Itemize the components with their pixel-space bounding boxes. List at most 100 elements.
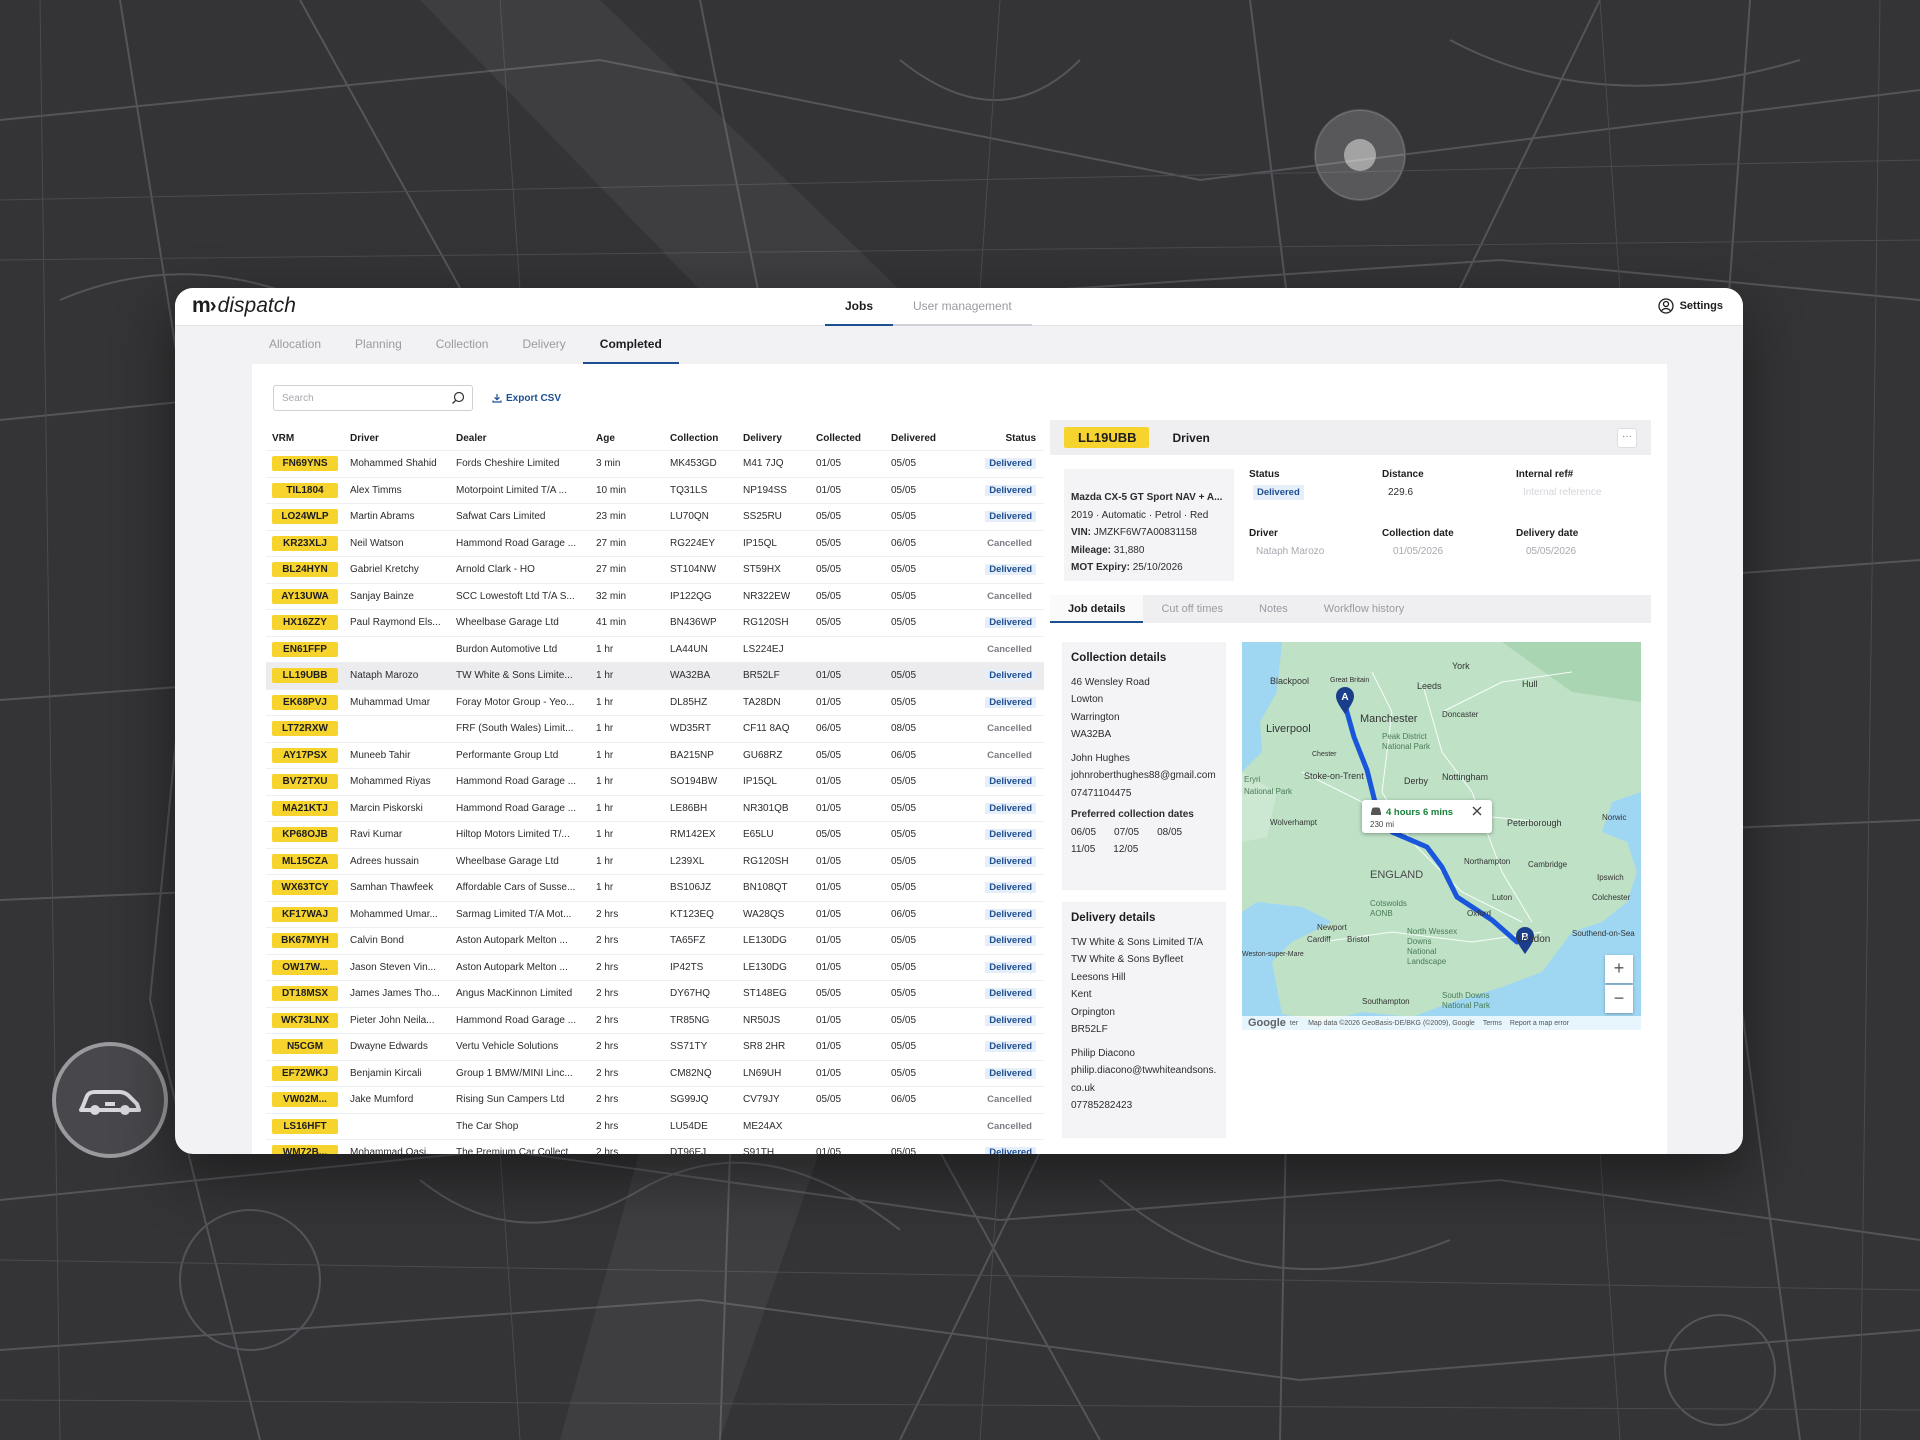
table-row[interactable]: KP68OJB Ravi Kumar Hiltop Motors Limited T… [266, 821, 1044, 848]
cell-vrm: KR23XLJ [266, 535, 344, 551]
col-collection[interactable]: Collection [664, 433, 737, 444]
cell-collection-postcode: TQ31LS [670, 484, 708, 496]
cell-age: 2 hrs [596, 1094, 619, 1106]
cell-dealer: Hammond Road Garage ... [456, 537, 577, 549]
tab-notes[interactable]: Notes [1241, 595, 1306, 623]
col-driver[interactable]: Driver [344, 433, 450, 444]
keyboard-shortcuts-label[interactable]: ter [1290, 1020, 1298, 1027]
vehicle-mot: MOT Expiry: 25/10/2026 [1071, 562, 1183, 573]
table-row[interactable]: WK73LNX Pieter John Neila... Hammond Road … [266, 1006, 1044, 1034]
col-dealer[interactable]: Dealer [450, 433, 590, 444]
cell-driver: Adrees hussain [350, 855, 419, 867]
map-label: York [1452, 661, 1470, 671]
map-label: Bristol [1347, 935, 1369, 944]
internal-ref-input[interactable]: Internal reference [1516, 487, 1601, 498]
zoom-in-button[interactable]: + [1605, 955, 1633, 983]
col-collected[interactable]: Collected [810, 433, 885, 444]
table-row[interactable]: BV72TXU Mohammed Riyas Hammond Road Garage… [266, 768, 1044, 795]
table-row[interactable]: KF17WAJ Mohammed Umar... Sarmag Limited T/… [266, 900, 1044, 928]
cell-driver: Dwayne Edwards [350, 1041, 428, 1053]
table-row[interactable]: HX16ZZY Paul Raymond Els... Wheelbase Gara… [266, 609, 1044, 636]
cell-dealer: The Premium Car Collect... [456, 1147, 577, 1154]
table-row[interactable]: EF72WKJ Benjamin Kircali Group 1 BMW/MINI … [266, 1059, 1044, 1087]
zoom-out-button[interactable]: − [1605, 985, 1633, 1013]
table-row[interactable]: N5CGM Dwayne Edwards Vertu Vehicle Solutio… [266, 1033, 1044, 1060]
subtab-collection[interactable]: Collection [419, 326, 506, 364]
table-row[interactable]: EK68PVJ Muhammad Umar Foray Motor Group - … [266, 688, 1044, 716]
report-map-error-link[interactable]: Report a map error [1510, 1020, 1569, 1027]
cell-status: Cancelled [960, 723, 1044, 734]
table-row[interactable]: EN61FFP Burdon Automotive Ltd 1 hr LA44UN LS… [266, 635, 1044, 663]
tab-jobs[interactable]: Jobs [825, 288, 894, 326]
table-row[interactable]: BK67MYH Calvin Bond Aston Autopark Melton … [266, 927, 1044, 954]
collection-contact-phone[interactable]: 07471104475 [1071, 785, 1217, 803]
cell-delivered-date: 06/05 [891, 749, 917, 761]
route-info-popup[interactable]: 4 hours 6 mins 230 mi [1362, 800, 1492, 833]
tab-job-details[interactable]: Job details [1050, 595, 1144, 623]
cell-dealer: Hammond Road Garage ... [456, 1014, 577, 1026]
table-row[interactable]: ML15CZA Adrees hussain Wheelbase Garage Lt… [266, 847, 1044, 875]
search-input[interactable] [274, 386, 444, 410]
export-csv-button[interactable]: Export CSV [492, 393, 561, 404]
map-label: Norwic [1602, 813, 1626, 822]
search-icon[interactable] [451, 391, 465, 405]
tab-user-management[interactable]: User management [893, 288, 1032, 326]
preferred-date: 08/05 [1157, 826, 1183, 838]
table-row[interactable]: LT72RXW FRF (South Wales) Limit... 1 hr WD3… [266, 715, 1044, 742]
close-icon[interactable] [1471, 805, 1483, 817]
vrm-plate: LT72RXW [272, 721, 338, 737]
settings-button[interactable]: Settings [1657, 298, 1723, 314]
delivery-contact-phone[interactable]: 07785282423 [1071, 1097, 1217, 1115]
table-row[interactable]: DT18MSX James James Tho... Angus MacKinnon… [266, 980, 1044, 1007]
collection-contact-email[interactable]: johnroberthughes88@gmail.com [1071, 767, 1217, 785]
tab-cut-off-times[interactable]: Cut off times [1143, 595, 1241, 623]
cell-driver: Mohammed Umar... [350, 908, 438, 920]
table-row[interactable]: BL24HYN Gabriel Kretchy Arnold Clark - HO 2… [266, 556, 1044, 583]
table-row[interactable]: OW17W... Jason Steven Vin... Aston Autopar… [266, 953, 1044, 981]
delivery-address-line: Kent [1071, 989, 1092, 1000]
table-row[interactable]: VW02M... Jake Mumford Rising Sun Campers L… [266, 1086, 1044, 1113]
cell-dealer: Motorpoint Limited T/A ... [456, 484, 567, 496]
map-label: Cardiff [1307, 935, 1331, 944]
table-row[interactable]: WX63TCY Samhan Thawfeek Affordable Cars of… [266, 874, 1044, 901]
table-row[interactable]: MA21KTJ Marcin Piskorski Hammond Road Gara… [266, 794, 1044, 822]
table-row[interactable]: LS16HFT The Car Shop 2 hrs LU54DE ME24AX Canc… [266, 1112, 1044, 1140]
table-row[interactable]: KR23XLJ Neil Watson Hammond Road Garage ..… [266, 529, 1044, 557]
cell-vrm: AY13UWA [266, 588, 344, 604]
cell-vrm: N5CGM [266, 1039, 344, 1055]
cell-vrm: LL19UBB [266, 668, 344, 684]
table-row[interactable]: WM72B... Mohammad Qasi... The Premium Car … [266, 1139, 1044, 1154]
collection-date-value[interactable]: 01/05/2026 [1382, 546, 1454, 557]
delivery-contact-email[interactable]: philip.diacono@twwhiteandsons.co.uk [1071, 1062, 1217, 1097]
table-row[interactable]: AY13UWA Sanjay Bainze SCC Lowestoft Ltd T/… [266, 582, 1044, 610]
col-delivery[interactable]: Delivery [737, 433, 810, 444]
table-row[interactable]: LL19UBB Nataph Marozo TW White & Sons Limi… [266, 662, 1044, 689]
subtab-planning[interactable]: Planning [338, 326, 419, 364]
status-badge: Delivered [985, 776, 1036, 788]
col-vrm[interactable]: VRM [266, 433, 344, 444]
cell-collection-postcode: IP42TS [670, 961, 704, 973]
col-delivered[interactable]: Delivered [885, 433, 960, 444]
internal-ref-field[interactable]: Internal ref# Internal reference [1516, 469, 1601, 498]
tab-workflow-history[interactable]: Workflow history [1306, 595, 1422, 623]
driver-value[interactable]: Nataph Marozo [1249, 546, 1324, 557]
app-logo[interactable]: m› dispatch [192, 294, 296, 318]
delivery-date-value[interactable]: 05/05/2026 [1516, 546, 1578, 557]
status-badge: Cancelled [987, 1094, 1032, 1106]
subtab-delivery[interactable]: Delivery [505, 326, 582, 364]
vehicle-specs: 2019 · Automatic · Petrol · Red [1071, 509, 1209, 521]
table-row[interactable]: AY17PSX Muneeb Tahir Performante Group Ltd… [266, 741, 1044, 769]
map-terms-link[interactable]: Terms [1483, 1020, 1502, 1027]
vrm-plate: BV72TXU [272, 774, 338, 790]
table-row[interactable]: TIL1804 Alex Timms Motorpoint Limited T/A … [266, 476, 1044, 504]
cell-driver: Sanjay Bainze [350, 590, 414, 602]
more-options-button[interactable]: ··· [1617, 428, 1637, 448]
table-row[interactable]: FN69YNS Mohammed Shahid Fords Cheshire Lim… [266, 450, 1044, 477]
table-row[interactable]: LO24WLP Martin Abrams Safwat Cars Limited 2… [266, 503, 1044, 530]
subtab-completed[interactable]: Completed [582, 326, 679, 364]
route-map[interactable]: A B York Leeds Hull Blackpool Great Brit… [1242, 642, 1641, 1030]
subtab-allocation[interactable]: Allocation [252, 326, 338, 364]
col-age[interactable]: Age [590, 433, 664, 444]
col-status[interactable]: Status [960, 433, 1044, 444]
detail-header: LL19UBB Driven ··· [1050, 420, 1651, 455]
